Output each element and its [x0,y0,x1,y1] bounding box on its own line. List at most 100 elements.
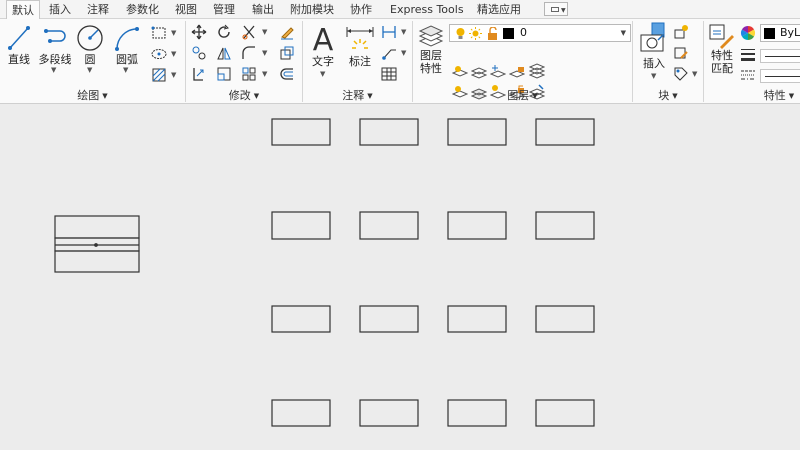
text-icon: A [313,23,334,55]
tab-manage[interactable]: 管理 [213,0,235,19]
color-swatch-icon [764,28,775,39]
table-icon [381,67,397,81]
panel-modify-title[interactable]: 修改 ▼ [186,89,302,103]
insert-block-icon [640,22,665,52]
linetype-dropdown[interactable] [760,69,800,83]
layer-lock-button[interactable] [509,63,525,79]
drawing-rectangle[interactable] [359,399,419,427]
table-button[interactable] [381,66,397,82]
circle-button[interactable]: 圆 ▼ [75,23,105,74]
tab-express-tools[interactable]: Express Tools [390,0,464,19]
drawing-rectangle[interactable] [359,211,419,240]
layer-freeze-button[interactable] [490,63,506,79]
fillet-icon [242,46,255,59]
line-icon [8,26,30,50]
tab-collaborate[interactable]: 协作 [350,0,372,19]
linear-dim-button[interactable] [381,24,397,40]
insert-label: 插入 [643,57,665,70]
leader-icon [382,49,396,60]
polyline-button[interactable]: 多段线 ▼ [36,23,74,74]
line-button[interactable]: 直线 [3,23,35,66]
rotate-button[interactable] [216,24,232,40]
stacked-block-object[interactable] [54,215,140,273]
linetype-button[interactable] [740,67,756,83]
layer-match-button[interactable] [529,63,545,79]
current-layer-name: 0 [520,26,527,39]
explode-icon [280,46,294,60]
tab-output[interactable]: 输出 [252,0,274,19]
drawing-rectangle[interactable] [535,211,595,240]
arc-button[interactable]: 圆弧 ▼ [110,23,144,74]
drawing-rectangle[interactable] [447,118,507,146]
leader-button[interactable] [381,45,397,61]
drawing-rectangle[interactable] [535,305,595,333]
tab-addins[interactable]: 附加模块 [290,0,334,19]
array-button[interactable] [241,66,257,82]
drawing-rectangle[interactable] [535,118,595,146]
rectangle-button[interactable] [151,25,167,41]
drawing-rectangle[interactable] [271,305,331,333]
trim-icon [242,25,255,40]
block-attribute-button[interactable] [673,66,689,82]
insert-block-button[interactable]: 插入 ▼ [636,21,672,80]
tab-parametric[interactable]: 参数化 [126,0,159,19]
layer-off-button[interactable] [452,63,468,79]
dimension-button[interactable]: 标注 [343,23,377,68]
drawing-rectangle[interactable] [447,211,507,240]
tab-default[interactable]: 默认 [6,0,40,20]
drawing-rectangle[interactable] [359,305,419,333]
lineweight-button[interactable] [740,46,756,62]
tab-view[interactable]: 视图 [175,0,197,19]
autocad-window: 默认 插入 注释 参数化 视图 管理 输出 附加模块 协作 Express To… [0,0,800,450]
panel-annotation-title[interactable]: 注释 ▼ [303,89,412,103]
mirror-button[interactable] [216,45,232,61]
tab-insert[interactable]: 插入 [49,0,71,19]
erase-button[interactable] [279,24,295,40]
tab-annotate[interactable]: 注释 [87,0,109,19]
scale-button[interactable] [216,66,232,82]
fillet-button[interactable] [241,45,257,61]
stretch-button[interactable] [191,66,207,82]
object-color-dropdown[interactable]: ByLa [760,24,800,42]
panel-block-title[interactable]: 块 ▼ [633,89,703,103]
ellipse-button[interactable] [151,46,167,62]
arc-label: 圆弧 [116,53,138,66]
line-label: 直线 [8,53,30,66]
drawing-rectangle[interactable] [271,118,331,146]
panel-draw-title[interactable]: 绘图 ▼ [0,89,185,103]
offset-button[interactable] [279,66,295,82]
lineweight-dropdown[interactable] [760,49,800,63]
drawing-rectangle[interactable] [271,399,331,427]
trim-button[interactable] [241,24,257,40]
tab-featured-apps[interactable]: 精选应用 [477,0,521,19]
move-button[interactable] [191,24,207,40]
drawing-rectangle[interactable] [447,399,507,427]
circle-icon [77,25,103,51]
panel-layers-title[interactable]: 图层 ▼ [413,89,632,103]
match-properties-button[interactable]: 特性 匹配 [707,23,737,75]
layer-properties-button[interactable]: 图层 特性 [416,23,446,75]
polyline-label: 多段线 [38,53,72,66]
drawing-rectangle[interactable] [271,211,331,240]
eraser-icon [281,27,294,40]
drawing-canvas[interactable] [0,104,800,450]
drawing-rectangle[interactable] [535,399,595,427]
edit-block-button[interactable] [673,45,689,61]
drawing-rectangle[interactable] [447,305,507,333]
copy-button[interactable] [191,45,207,61]
color-wheel-button[interactable] [740,25,756,41]
panel-properties-title[interactable]: 特性 ▼ [754,89,800,103]
explode-button[interactable] [279,45,295,61]
ribbon-minimize-button[interactable]: ▼ [544,2,568,16]
drawing-rectangle[interactable] [359,118,419,146]
polyline-icon [44,29,66,43]
create-block-button[interactable] [673,24,689,40]
layer-dropdown[interactable]: 0 ▼ [449,24,631,42]
layer-properties-label-2: 特性 [420,62,442,75]
dimension-label: 标注 [349,55,371,68]
hatch-button[interactable] [151,67,167,83]
model-space-drawing[interactable] [0,104,800,450]
layer-lock-icon [509,67,525,78]
layer-isolate-button[interactable] [471,63,487,79]
text-button[interactable]: A 文字 ▼ [309,21,337,78]
